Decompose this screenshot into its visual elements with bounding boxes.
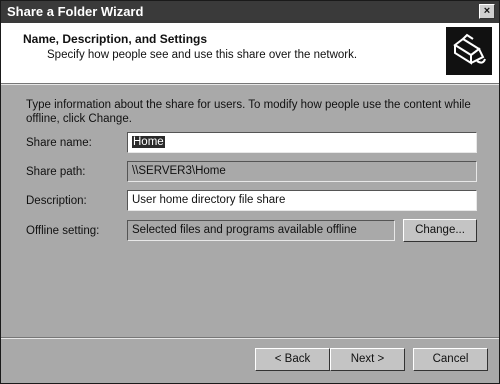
page-title: Name, Description, and Settings: [23, 32, 208, 46]
close-icon[interactable]: ×: [479, 4, 495, 19]
footer-divider-highlight: [1, 338, 499, 339]
next-button[interactable]: Next >: [330, 348, 405, 371]
description-label: Description:: [26, 195, 87, 207]
wizard-window: Share a Folder Wizard × Name, Descriptio…: [0, 0, 500, 384]
description-input[interactable]: User home directory file share: [127, 190, 477, 211]
share-name-label: Share name:: [26, 137, 92, 149]
share-path-field: \\SERVER3\Home: [127, 161, 477, 182]
back-button[interactable]: < Back: [255, 348, 330, 371]
intro-text: Type information about the share for use…: [26, 99, 471, 125]
folder-share-icon: [446, 27, 492, 75]
cancel-button[interactable]: Cancel: [413, 348, 488, 371]
title-bar: Share a Folder Wizard ×: [1, 1, 499, 23]
share-name-input[interactable]: Home: [127, 132, 477, 153]
window-title: Share a Folder Wizard: [7, 4, 144, 19]
share-name-value: Home: [132, 136, 165, 148]
share-path-label: Share path:: [26, 166, 86, 178]
header-divider: [1, 84, 499, 85]
offline-setting-field: Selected files and programs available of…: [127, 220, 395, 241]
page-subtitle: Specify how people see and use this shar…: [47, 49, 358, 61]
change-button[interactable]: Change...: [403, 219, 477, 242]
wizard-header: Name, Description, and Settings Specify …: [1, 23, 499, 84]
offline-setting-label: Offline setting:: [26, 225, 100, 237]
